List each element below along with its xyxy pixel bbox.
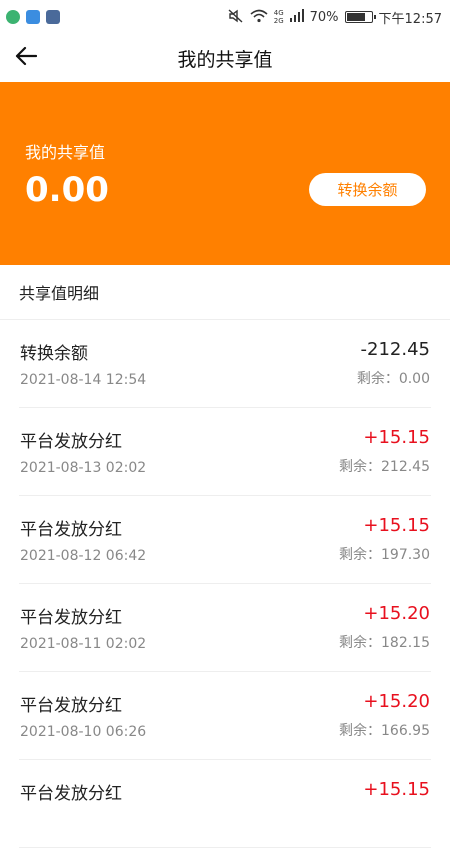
record-date: 2021-08-10 06:26	[20, 724, 147, 740]
record-amount: +15.20	[363, 691, 430, 712]
back-button[interactable]	[8, 40, 44, 76]
balance-value: 0.00	[25, 170, 109, 210]
record-title: 平台发放分红	[20, 696, 122, 716]
record-item[interactable]: 平台发放分红 2021-08-10 06:26 +15.20 剩余：166.95	[19, 672, 431, 760]
record-title: 平台发放分红	[20, 432, 122, 452]
network-4g-label: 4G	[273, 9, 284, 17]
status-right: 4G 2G 70% 下午12:57	[228, 8, 442, 27]
battery-icon	[344, 11, 376, 23]
notification-image-icon	[46, 10, 60, 24]
record-remaining: 剩余：0.00	[356, 371, 430, 387]
record-title: 平台发放分红	[20, 608, 122, 628]
record-amount: +15.15	[363, 779, 430, 800]
record-date: 2021-08-13 02:02	[20, 460, 147, 476]
record-title: 平台发放分红	[20, 784, 122, 804]
battery-percent: 70%	[309, 9, 339, 25]
status-time: 下午12:57	[378, 11, 442, 27]
network-2g-label: 2G	[273, 17, 284, 25]
notification-shield-icon	[26, 10, 40, 24]
arrow-left-icon	[15, 46, 38, 71]
status-left	[6, 10, 60, 24]
record-list: 转换余额 2021-08-14 12:54 -212.45 剩余：0.00 平台…	[0, 320, 450, 848]
record-item[interactable]: 平台发放分红 +15.15	[19, 760, 431, 848]
mute-icon	[228, 8, 244, 26]
record-remaining: 剩余：182.15	[339, 635, 430, 651]
record-item[interactable]: 平台发放分红 2021-08-12 06:42 +15.15 剩余：197.30	[19, 496, 431, 584]
record-item[interactable]: 转换余额 2021-08-14 12:54 -212.45 剩余：0.00	[19, 320, 431, 408]
record-date: 2021-08-14 12:54	[20, 372, 147, 388]
nav-bar: 我的共享值	[0, 34, 450, 82]
record-item[interactable]: 平台发放分红 2021-08-11 02:02 +15.20 剩余：182.15	[19, 584, 431, 672]
balance-label: 我的共享值	[25, 143, 106, 162]
record-remaining: 剩余：212.45	[339, 459, 430, 475]
record-item[interactable]: 平台发放分红 2021-08-13 02:02 +15.15 剩余：212.45	[19, 408, 431, 496]
signal-icon	[289, 9, 304, 25]
record-amount: +15.20	[363, 603, 430, 624]
balance-header: 我的共享值 0.00 转换余额	[0, 82, 450, 265]
status-bar: 4G 2G 70% 下午12:57	[0, 0, 450, 34]
record-amount: +15.15	[363, 515, 430, 536]
notification-app-icon	[6, 10, 20, 24]
record-title: 平台发放分红	[20, 520, 122, 540]
convert-balance-button[interactable]: 转换余额	[309, 173, 426, 206]
page-title: 我的共享值	[177, 48, 273, 71]
record-date: 2021-08-12 06:42	[20, 548, 147, 564]
record-amount: -212.45	[360, 339, 430, 360]
record-remaining: 剩余：166.95	[339, 723, 430, 739]
record-amount: +15.15	[363, 427, 430, 448]
record-remaining: 剩余：197.30	[339, 547, 430, 563]
wifi-icon	[250, 9, 268, 26]
network-type: 4G 2G	[274, 9, 284, 25]
detail-section-title: 共享值明细	[0, 265, 450, 320]
record-date: 2021-08-11 02:02	[20, 636, 147, 652]
record-title: 转换余额	[20, 344, 88, 364]
